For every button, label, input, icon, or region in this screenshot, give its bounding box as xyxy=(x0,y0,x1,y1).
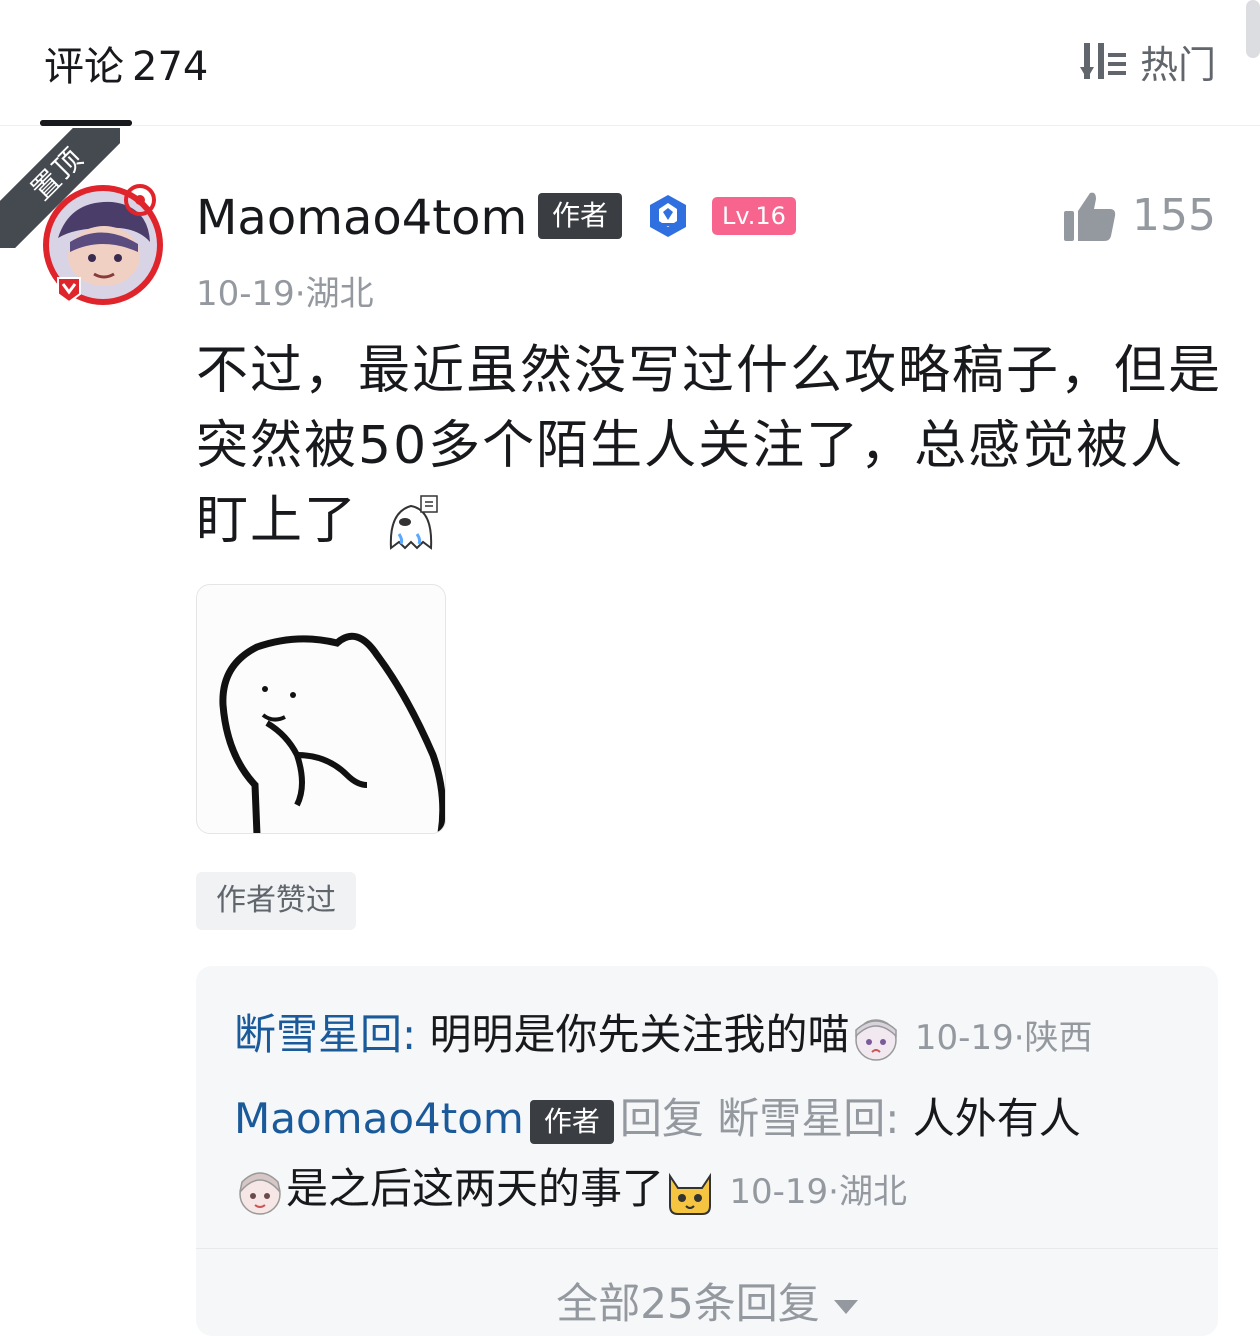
girl-emoji-icon xyxy=(854,1018,897,1061)
comments-tab[interactable]: 评论 274 xyxy=(44,34,208,92)
like-count: 155 xyxy=(1132,190,1216,241)
sort-button[interactable]: 热门 xyxy=(1079,36,1216,87)
comment-text: 不过，最近虽然没写过什么攻略稿子，但是突然被50多个陌生人关注了，总感觉被人盯上… xyxy=(196,341,1223,551)
avatar[interactable] xyxy=(40,182,166,308)
reply-word: 回复 xyxy=(619,1094,704,1143)
sort-label: 热门 xyxy=(1139,42,1216,87)
comments-title: 评论 xyxy=(44,44,124,90)
comment-location: 湖北 xyxy=(305,274,374,314)
reply-username[interactable]: Maomao4tom xyxy=(234,1094,524,1143)
comment-body: 不过，最近虽然没写过什么攻略稿子，但是突然被50多个陌生人关注了，总感觉被人盯上… xyxy=(196,334,1226,559)
scrollbar[interactable] xyxy=(1246,0,1260,58)
comment-image[interactable] xyxy=(196,584,446,834)
reply-author-tag: 作者 xyxy=(529,1099,614,1144)
author-liked-tag: 作者赞过 xyxy=(196,872,356,930)
like-icon xyxy=(1064,192,1116,241)
reply-location: 湖北 xyxy=(838,1172,907,1212)
reply-text-part1: 人外有人 xyxy=(912,1094,1081,1143)
caret-down-icon xyxy=(833,1299,858,1314)
comment-meta: 10-19·湖北 xyxy=(196,266,374,315)
reply-text: 明明是你先关注我的喵 xyxy=(429,1010,850,1059)
comments-count: 274 xyxy=(132,44,209,90)
reply-to-username[interactable]: 断雪星回 xyxy=(717,1094,885,1143)
reply-colon: : xyxy=(402,1010,430,1059)
reply-location: 陕西 xyxy=(1024,1018,1093,1058)
reply-colon: : xyxy=(885,1094,913,1143)
sort-icon xyxy=(1079,43,1126,79)
replies-divider xyxy=(196,1248,1218,1249)
reply-username[interactable]: 断雪星回 xyxy=(234,1010,402,1059)
meme-sticker-image xyxy=(219,632,445,833)
view-all-replies-label: 全部25条回复 xyxy=(556,1279,820,1328)
reply-item[interactable]: Maomao4tom 作者 回复 断雪星回: 人外有人 是之后这两天的事了 10-1… xyxy=(234,1084,1174,1227)
comment-header: 评论 274 热门 xyxy=(0,0,1260,126)
level-badge: Lv.16 xyxy=(712,197,796,235)
meta-dot: · xyxy=(294,274,306,314)
verified-icon xyxy=(650,195,686,237)
reply-dot: · xyxy=(828,1172,839,1212)
like-button[interactable]: 155 xyxy=(1064,190,1216,241)
reply-dot: · xyxy=(1013,1018,1025,1058)
dog-emoji-icon xyxy=(669,1172,712,1215)
view-all-replies-button[interactable]: 全部25条回复 xyxy=(196,1270,1218,1331)
reply-date: 10-19 xyxy=(914,1018,1014,1058)
comment-username[interactable]: Maomao4tom xyxy=(196,190,527,246)
reply-text-part2: 是之后这两天的事了 xyxy=(286,1164,665,1213)
reply-date: 10-19 xyxy=(729,1172,829,1212)
comment-date: 10-19 xyxy=(196,274,295,314)
active-tab-indicator xyxy=(40,120,132,126)
reply-item[interactable]: 断雪星回: 明明是你先关注我的喵 10-19·陕西 xyxy=(234,1000,1093,1073)
ghost-emoji-icon xyxy=(389,495,438,550)
author-tag: 作者 xyxy=(538,193,623,239)
girl-emoji-icon xyxy=(239,1171,281,1215)
